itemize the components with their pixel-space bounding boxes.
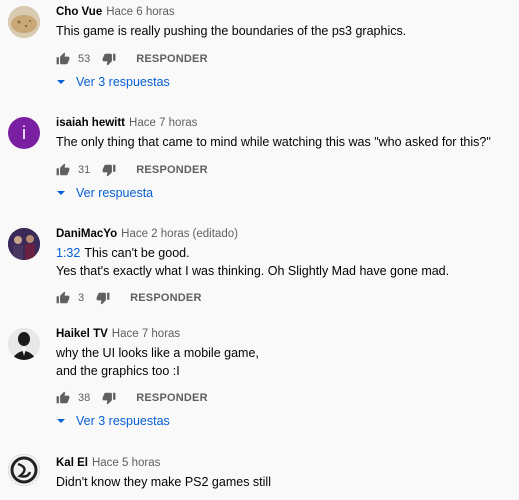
comment-author[interactable]: DaniMacYo [56,228,117,240]
comment-text: Didn't know they make PS2 games still [56,475,271,489]
like-count: 38 [78,392,91,404]
comment-author[interactable]: Haikel TV [56,328,108,340]
comment-text: The only thing that came to mind while w… [56,135,491,149]
swirl-logo-icon [8,454,40,486]
like-count: 53 [78,53,91,65]
thumb-up-icon[interactable] [56,163,70,177]
potato-photo-icon [8,6,40,38]
thumb-down-icon[interactable] [102,391,116,405]
avatar-kal-el[interactable] [8,454,40,486]
comment-text-line-1: 1:32 This can't be good. [56,244,190,263]
avatar-isaiah-hewitt[interactable]: i [8,117,40,149]
avatar-danimacyo[interactable] [8,228,40,260]
group-photo-icon [8,228,40,260]
reply-button[interactable]: RESPONDER [136,53,207,65]
reply-button[interactable]: RESPONDER [136,164,207,176]
thumb-up-icon[interactable] [56,52,70,66]
comment-time[interactable]: Hace 7 horas [129,117,197,129]
view-replies-label: Ver respuesta [76,186,154,200]
caret-down-icon [56,416,66,426]
comment-time[interactable]: Hace 2 horas [121,228,189,240]
view-replies-button[interactable]: Ver 3 respuestas [56,414,170,428]
thumb-up-icon[interactable] [56,391,70,405]
caret-down-icon [56,77,66,87]
comment-text-line-1: why the UI looks like a mobile game, [56,346,259,360]
avatar-letter: i [22,122,26,143]
reply-button[interactable]: RESPONDER [136,392,207,404]
view-replies-label: Ver 3 respuestas [76,414,170,428]
comment-author[interactable]: isaiah hewitt [56,117,125,129]
comment-author[interactable]: Cho Vue [56,6,102,18]
thumb-down-icon[interactable] [102,52,116,66]
caret-down-icon [56,188,66,198]
view-replies-button[interactable]: Ver respuesta [56,186,153,200]
like-count: 3 [78,292,85,304]
comment-time[interactable]: Hace 6 horas [106,6,174,18]
reply-button[interactable]: RESPONDER [130,292,201,304]
avatar-cho-vue[interactable] [8,6,40,38]
edited-label: (editado) [192,228,238,240]
view-replies-label: Ver 3 respuestas [76,75,170,89]
comment-time[interactable]: Hace 7 horas [112,328,180,340]
comment-time[interactable]: Hace 5 horas [92,457,160,469]
thumb-up-icon[interactable] [56,291,70,305]
comment-text-line-2: Yes that's exactly what I was thinking. … [56,264,450,278]
suit-person-icon [8,328,40,360]
view-replies-button[interactable]: Ver 3 respuestas [56,75,170,89]
video-timestamp-link[interactable]: 1:32 [56,246,80,260]
thumb-down-icon[interactable] [96,291,110,305]
comment-author[interactable]: Kal El [56,457,88,469]
comment-text: This game is really pushing the boundari… [56,24,407,38]
comment-text-line-2: and the graphics too :I [56,364,180,378]
thumb-down-icon[interactable] [102,163,116,177]
comment-text: This can't be good. [84,246,190,260]
avatar-haikel-tv[interactable] [8,328,40,360]
like-count: 31 [78,164,91,176]
